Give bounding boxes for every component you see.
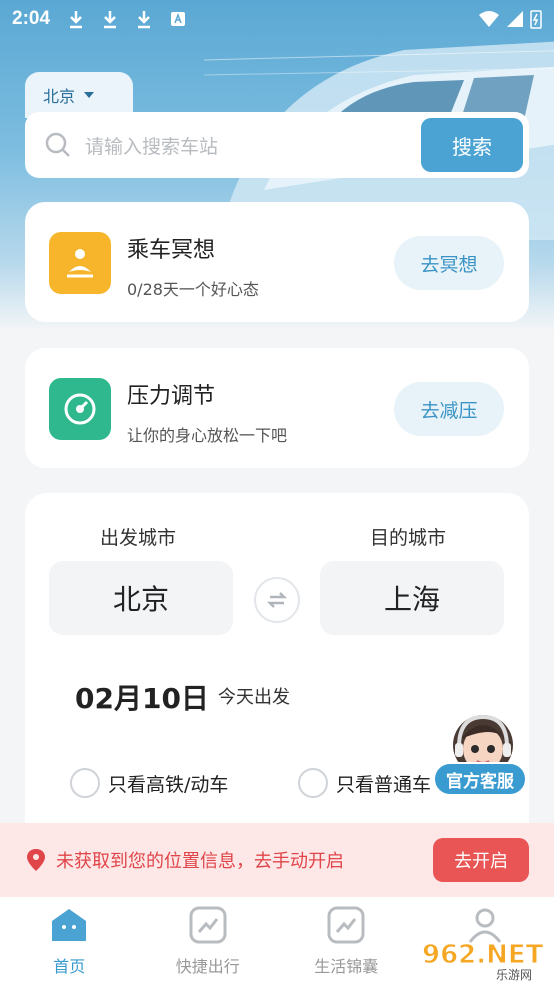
card-title: 压力调节	[127, 384, 216, 409]
download-icon	[70, 11, 83, 29]
wifi-icon	[479, 11, 499, 27]
search-icon	[45, 132, 70, 157]
meditation-icon	[49, 232, 111, 294]
status-time: 2:04	[12, 8, 51, 29]
stress-relief-button[interactable]: 去减压	[394, 382, 504, 436]
text-app-icon	[171, 12, 186, 26]
status-bar: 2:04	[0, 0, 554, 38]
customer-service-button[interactable]: 官方客服	[433, 762, 527, 796]
download-icon	[138, 11, 151, 29]
departure-date-sub: 今天出发	[218, 687, 290, 708]
card-subtitle: 0/28天一个好心态	[127, 280, 259, 299]
watermark-sub: 乐游网	[496, 968, 532, 982]
trend-icon	[188, 905, 228, 945]
swap-cities-button[interactable]	[254, 577, 300, 623]
to-city-label: 目的城市	[370, 527, 447, 549]
download-icon	[104, 11, 117, 29]
meditation-card[interactable]: 乘车冥想 0/28天一个好心态 去冥想	[25, 202, 529, 322]
checkbox[interactable]	[298, 768, 328, 798]
card-subtitle: 让你的身心放松一下吧	[127, 426, 288, 445]
tab-home[interactable]: 首页	[0, 897, 139, 984]
search-button[interactable]: 搜索	[421, 118, 523, 172]
to-city-button[interactable]: 上海	[320, 561, 504, 635]
from-city-button[interactable]: 北京	[49, 561, 233, 635]
watermark-text: 962.NET	[422, 940, 544, 970]
tab-life-tips[interactable]: 生活锦囊	[277, 897, 416, 984]
tab-label: 首页	[53, 957, 86, 976]
location-permission-bar: 未获取到您的位置信息，去手动开启 去开启	[0, 823, 554, 897]
filter-label: 只看普通车	[336, 773, 432, 796]
search-bar[interactable]: 请输入搜索车站 搜索	[25, 112, 529, 178]
card-title: 乘车冥想	[127, 238, 216, 263]
departure-date[interactable]: 02月10日	[75, 677, 209, 717]
search-input[interactable]: 请输入搜索车站	[85, 132, 218, 159]
swap-icon	[266, 592, 288, 608]
location-message: 未获取到您的位置信息，去手动开启	[56, 851, 344, 872]
watermark-logo: 962.NET 乐游网	[422, 940, 545, 983]
high-speed-filter[interactable]: 只看高铁/动车	[70, 768, 228, 798]
location-pin-icon	[27, 849, 45, 871]
tab-quick-travel[interactable]: 快捷出行	[139, 897, 278, 984]
home-icon	[49, 905, 89, 945]
checkbox[interactable]	[70, 768, 100, 798]
normal-train-filter[interactable]: 只看普通车	[298, 768, 431, 798]
filter-label: 只看高铁/动车	[108, 773, 229, 796]
signal-icon	[507, 11, 523, 27]
city-selector-label: 北京	[43, 87, 76, 106]
stress-relief-card[interactable]: 压力调节 让你的身心放松一下吧 去减压	[25, 348, 529, 468]
trend-icon	[326, 905, 366, 945]
caret-down-icon	[84, 92, 95, 98]
tab-label: 快捷出行	[175, 957, 240, 976]
enable-location-button[interactable]: 去开启	[433, 838, 529, 882]
tab-label: 生活锦囊	[314, 957, 379, 976]
meditate-button[interactable]: 去冥想	[394, 236, 504, 290]
from-city-label: 出发城市	[100, 527, 177, 549]
battery-icon	[530, 10, 542, 29]
gauge-icon	[49, 378, 111, 440]
